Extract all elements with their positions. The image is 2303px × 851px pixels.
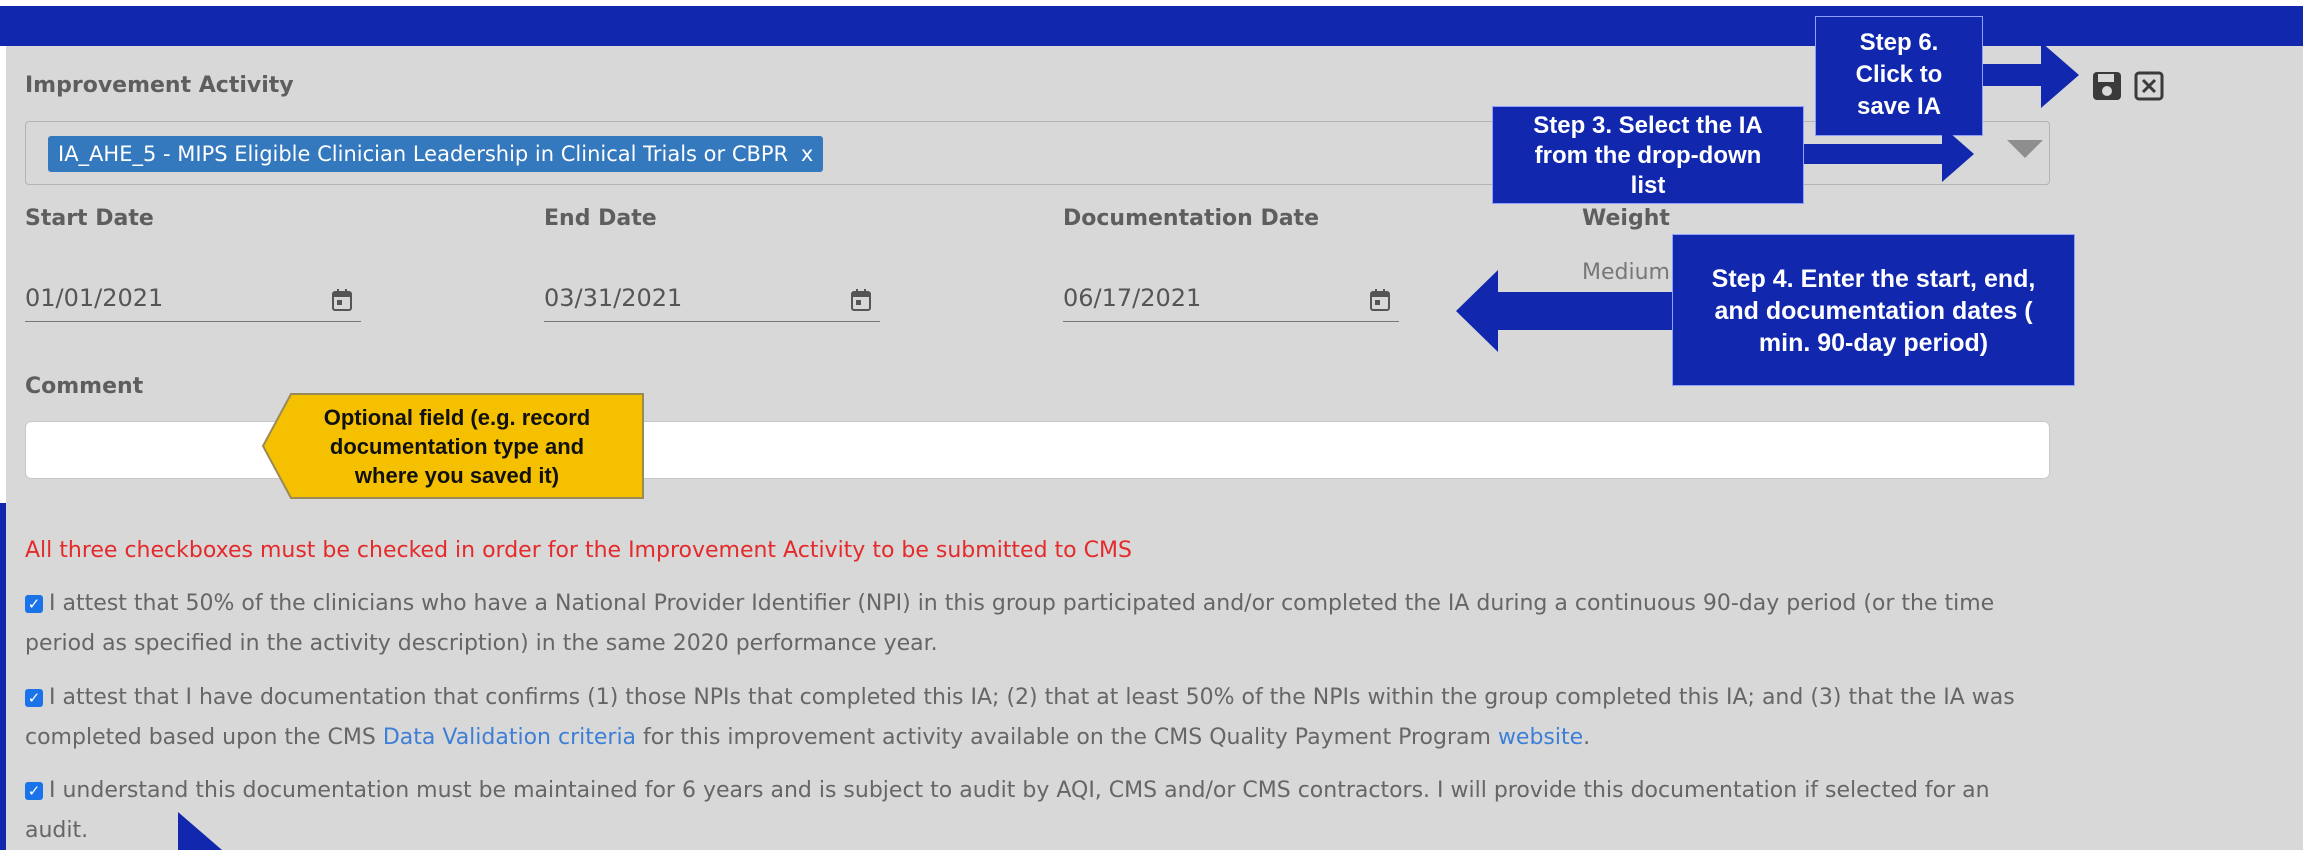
step3-line1: Step 3. Select the IA: [1533, 112, 1763, 139]
step6-line2: Click to: [1855, 61, 1943, 88]
optional-field-text: Optional field (e.g. record documentatio…: [292, 403, 622, 490]
step6-line1: Step 6.: [1859, 29, 1939, 56]
step6-line3: save IA: [1856, 93, 1942, 120]
checkbox-warning: All three checkboxes must be checked in …: [25, 538, 1132, 563]
step5-arrow-tip: [178, 812, 222, 850]
optional-line3: where you saved it): [354, 463, 560, 488]
tag-remove-button[interactable]: x: [801, 142, 813, 166]
calendar-icon[interactable]: [1369, 288, 1391, 312]
step4-line2: and documentation dates (: [1714, 297, 2033, 325]
website-link[interactable]: website: [1498, 725, 1583, 750]
step4-callout: Step 4. Enter the start, end, and docume…: [1672, 234, 2075, 386]
documentation-date-input[interactable]: 06/17/2021: [1063, 278, 1399, 322]
step4-arrow: [1456, 270, 1674, 352]
optional-line1: Optional field (e.g. record: [323, 405, 591, 430]
close-icon[interactable]: [2133, 70, 2165, 102]
activity-label: Improvement Activity: [25, 73, 294, 98]
step6-arrow: [1983, 42, 2079, 108]
calendar-icon[interactable]: [850, 288, 872, 312]
start-date-value: 01/01/2021: [25, 284, 164, 312]
attestation-1-text: I attest that 50% of the clinicians who …: [25, 591, 1995, 656]
left-edge-arrow: [0, 503, 6, 850]
attestation-1: ✓ I attest that 50% of the clinicians who…: [25, 584, 2045, 664]
attestation-3-checkbox[interactable]: ✓: [25, 782, 43, 800]
end-date-label: End Date: [544, 206, 657, 231]
save-icon[interactable]: [2091, 70, 2123, 102]
step4-line1: Step 4. Enter the start, end,: [1711, 265, 2036, 293]
attestation-1-checkbox[interactable]: ✓: [25, 595, 43, 613]
attestation-2-text-mid: for this improvement activity available …: [636, 725, 1498, 750]
comment-label: Comment: [25, 374, 144, 399]
attestation-3: ✓ I understand this documentation must be…: [25, 771, 2045, 851]
step6-callout: Step 6. Click to save IA: [1815, 16, 1983, 136]
attestation-2: ✓ I attest that I have documentation that…: [25, 678, 2045, 758]
end-date-input[interactable]: 03/31/2021: [544, 278, 880, 322]
data-validation-link[interactable]: Data Validation criteria: [383, 725, 636, 750]
weight-label: Weight: [1582, 206, 1670, 231]
documentation-date-label: Documentation Date: [1063, 206, 1319, 231]
start-date-label: Start Date: [25, 206, 154, 231]
step3-line2: from the drop-down: [1534, 142, 1762, 169]
step3-line3: list: [1630, 172, 1666, 199]
end-date-value: 03/31/2021: [544, 284, 683, 312]
documentation-date-value: 06/17/2021: [1063, 284, 1202, 312]
step4-line3: min. 90-day period): [1758, 329, 1989, 357]
attestation-2-text-end: .: [1583, 725, 1591, 750]
selected-activity-text: IA_AHE_5 - MIPS Eligible Clinician Leade…: [58, 142, 789, 166]
calendar-icon[interactable]: [331, 288, 353, 312]
selected-activity-tag: IA_AHE_5 - MIPS Eligible Clinician Leade…: [48, 136, 824, 172]
optional-line2: documentation type and: [329, 434, 585, 459]
attestation-3-text: I understand this documentation must be …: [25, 778, 1990, 843]
step3-arrow: [1804, 126, 1974, 182]
attestation-2-checkbox[interactable]: ✓: [25, 689, 43, 707]
dropdown-arrow-icon[interactable]: [2007, 140, 2043, 158]
start-date-input[interactable]: 01/01/2021: [25, 278, 361, 322]
step3-callout: Step 3. Select the IA from the drop-down…: [1492, 106, 1804, 204]
